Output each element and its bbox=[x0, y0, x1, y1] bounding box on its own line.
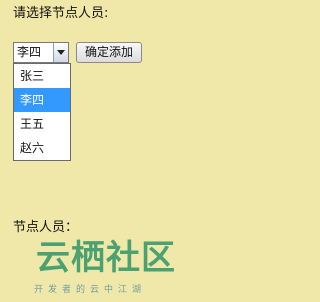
person-dropdown-list: 张三 李四 王五 赵六 bbox=[13, 63, 71, 161]
person-select[interactable]: 李四 bbox=[13, 42, 69, 63]
prompt-label: 请选择节点人员: bbox=[13, 6, 109, 21]
watermark-slogan: 开发者的云中江湖 bbox=[34, 285, 147, 295]
dropdown-option[interactable]: 张三 bbox=[14, 64, 70, 88]
watermark-brand: 云栖社区 bbox=[36, 238, 176, 278]
chevron-down-icon bbox=[57, 50, 65, 55]
dropdown-option[interactable]: 赵六 bbox=[14, 136, 70, 160]
nodes-label: 节点人员： bbox=[13, 220, 79, 235]
watermark-logo: 云栖社区 开发者的云中江湖 bbox=[30, 236, 198, 296]
dropdown-option[interactable]: 王五 bbox=[14, 112, 70, 136]
dropdown-arrow-button[interactable] bbox=[53, 43, 68, 62]
select-value: 李四 bbox=[17, 45, 42, 59]
dropdown-option[interactable]: 李四 bbox=[14, 88, 70, 112]
confirm-add-button[interactable]: 确定添加 bbox=[76, 42, 143, 63]
